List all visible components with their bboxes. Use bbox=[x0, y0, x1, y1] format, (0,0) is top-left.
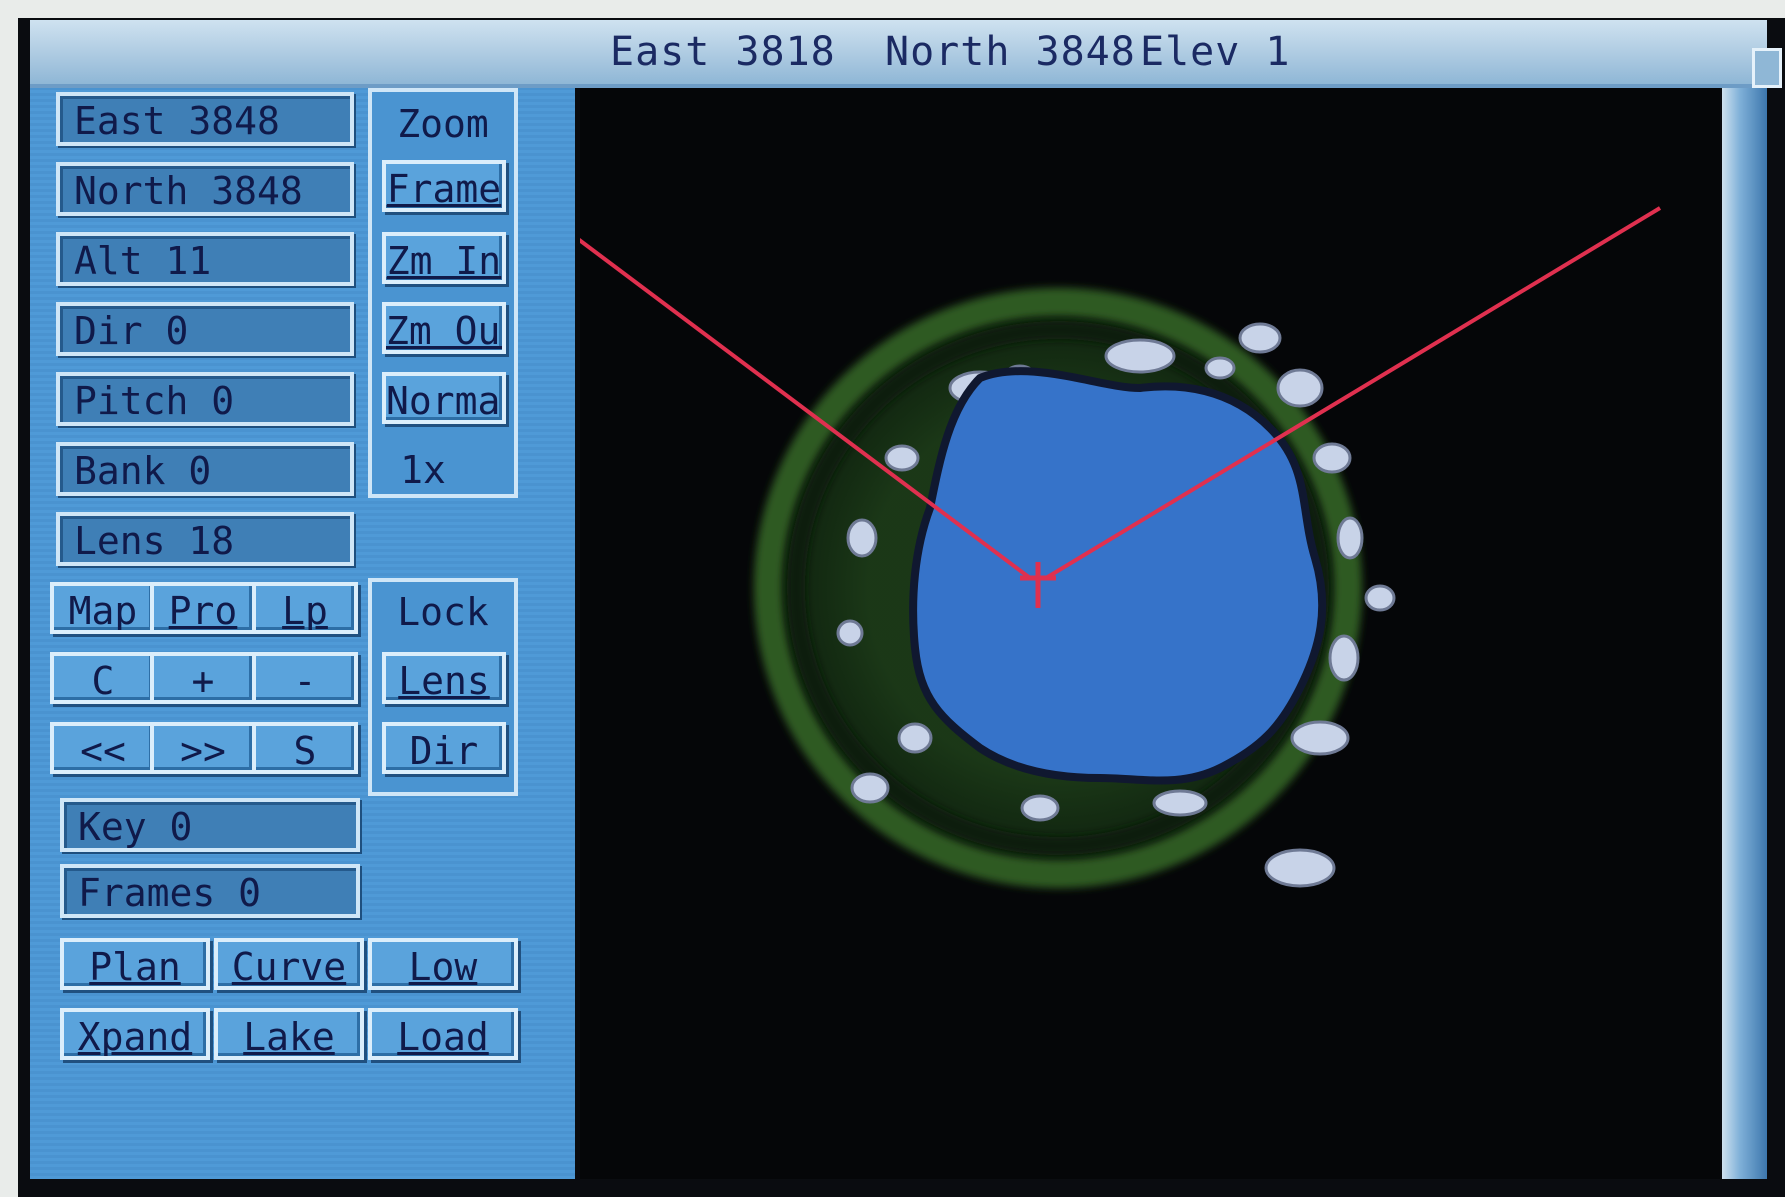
center-button-label: C bbox=[91, 659, 115, 703]
low-button-label: Low bbox=[408, 945, 478, 989]
low-button[interactable]: Low bbox=[368, 938, 518, 990]
title-east-readout: East 3818 bbox=[610, 29, 836, 75]
map-button[interactable]: Map bbox=[50, 582, 156, 634]
profile-button[interactable]: Pro bbox=[150, 582, 256, 634]
lock-dir-button-label: Dir bbox=[409, 729, 479, 773]
plus-button[interactable]: + bbox=[150, 652, 256, 704]
lp-button[interactable]: Lp bbox=[252, 582, 358, 634]
window-title-bar[interactable]: East 3818 North 3848 Elev 1 bbox=[30, 20, 1767, 88]
window-depth-gadget[interactable] bbox=[1752, 48, 1782, 88]
lock-lens-button[interactable]: Lens bbox=[382, 652, 506, 704]
zoom-out-button-label: Zm Out bbox=[386, 309, 502, 353]
frame-button-label: Frame bbox=[386, 167, 502, 211]
profile-button-label: Pro bbox=[168, 589, 238, 633]
rewind-button[interactable]: << bbox=[50, 722, 156, 774]
forward-button[interactable]: >> bbox=[150, 722, 256, 774]
map-button-label: Map bbox=[68, 589, 138, 633]
key-field[interactable]: Key 0 bbox=[60, 798, 360, 852]
zoom-group bbox=[368, 88, 518, 498]
lock-lens-button-label: Lens bbox=[398, 659, 490, 703]
curve-button[interactable]: Curve bbox=[214, 938, 364, 990]
terrain-map bbox=[508, 186, 1662, 903]
load-button-label: Load bbox=[397, 1015, 489, 1059]
xpand-button-label: Xpand bbox=[77, 1015, 193, 1059]
map-viewport[interactable] bbox=[508, 88, 1720, 1179]
title-north-readout: North 3848 bbox=[885, 29, 1136, 75]
zoom-in-button-label: Zm In bbox=[386, 239, 502, 283]
lp-button-label: Lp bbox=[282, 589, 328, 633]
lens-field[interactable]: Lens 18 bbox=[56, 512, 354, 566]
normal-button[interactable]: Normal bbox=[382, 372, 506, 424]
s-button-label: S bbox=[293, 729, 317, 773]
xpand-button[interactable]: Xpand bbox=[60, 1008, 210, 1060]
east-field[interactable]: East 3848 bbox=[56, 92, 354, 146]
minus-button-label: - bbox=[293, 659, 317, 703]
frames-field[interactable]: Frames 0 bbox=[60, 864, 360, 918]
zoom-level-readout: 1x bbox=[400, 448, 446, 492]
zoom-in-button[interactable]: Zm In bbox=[382, 232, 506, 284]
north-field[interactable]: North 3848 bbox=[56, 162, 354, 216]
direction-field[interactable]: Dir 0 bbox=[56, 302, 354, 356]
minus-button[interactable]: - bbox=[252, 652, 358, 704]
title-elev-readout: Elev 1 bbox=[1140, 29, 1291, 75]
load-button[interactable]: Load bbox=[368, 1008, 518, 1060]
plan-button[interactable]: Plan bbox=[60, 938, 210, 990]
lock-dir-button[interactable]: Dir bbox=[382, 722, 506, 774]
curve-button-label: Curve bbox=[231, 945, 347, 989]
lake bbox=[909, 367, 1327, 785]
rewind-button-label: << bbox=[80, 729, 126, 773]
altitude-field[interactable]: Alt 11 bbox=[56, 232, 354, 286]
s-button[interactable]: S bbox=[252, 722, 358, 774]
zoom-label: Zoom bbox=[397, 102, 489, 146]
lake-button[interactable]: Lake bbox=[214, 1008, 364, 1060]
lake-button-label: Lake bbox=[243, 1015, 335, 1059]
normal-button-label: Normal bbox=[386, 379, 502, 423]
frame-button[interactable]: Frame bbox=[382, 160, 506, 212]
plus-button-label: + bbox=[191, 659, 215, 703]
control-panel: East 3848 North 3848 Alt 11 Dir 0 Pitch … bbox=[30, 88, 575, 1179]
lock-label: Lock bbox=[397, 590, 489, 634]
forward-button-label: >> bbox=[180, 729, 226, 773]
bank-field[interactable]: Bank 0 bbox=[56, 442, 354, 496]
pitch-field[interactable]: Pitch 0 bbox=[56, 372, 354, 426]
zoom-out-button[interactable]: Zm Out bbox=[382, 302, 506, 354]
vertical-scrollbar[interactable] bbox=[1722, 88, 1767, 1179]
plan-button-label: Plan bbox=[89, 945, 181, 989]
center-button[interactable]: C bbox=[50, 652, 156, 704]
